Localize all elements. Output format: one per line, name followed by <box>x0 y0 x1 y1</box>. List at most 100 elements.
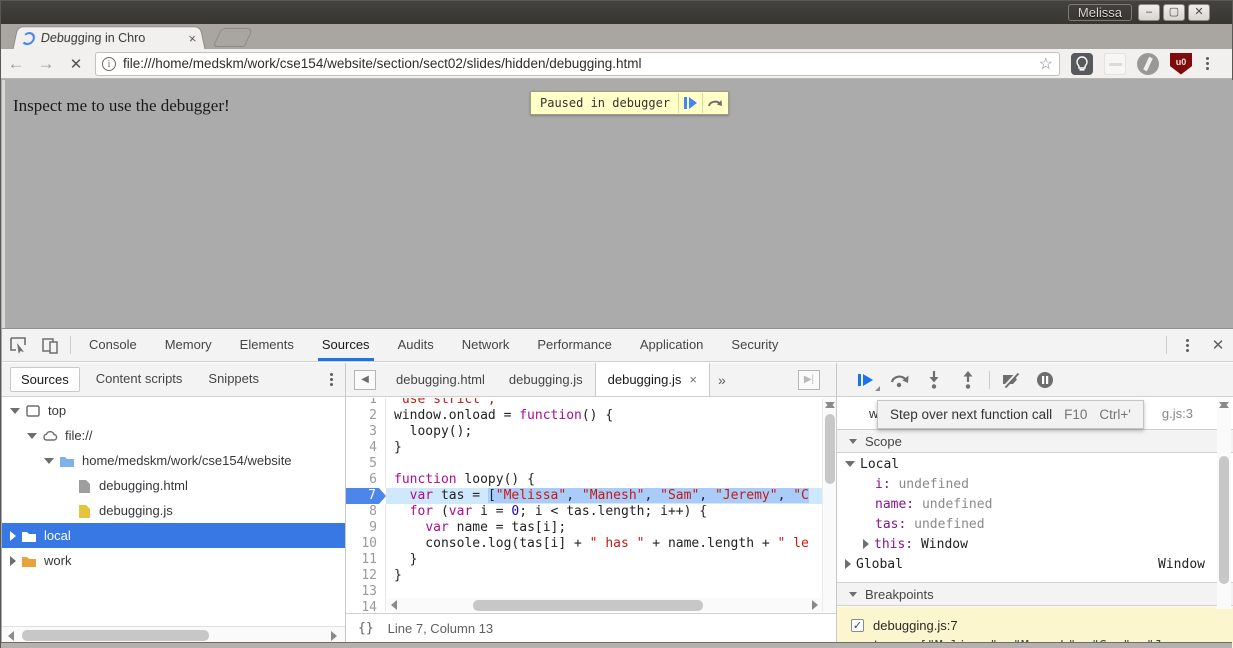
navigator-menu-icon[interactable] <box>330 373 333 386</box>
scope-section-header[interactable]: Scope <box>837 429 1233 453</box>
editor-horizontal-scrollbar[interactable] <box>387 598 822 612</box>
scrollbar-thumb[interactable] <box>825 414 835 484</box>
tree-item-debugging.js[interactable]: debugging.js <box>2 498 345 523</box>
scope-var-name[interactable]: name: undefined <box>837 494 1233 514</box>
scope-var-this[interactable]: this: Window <box>837 534 1233 554</box>
step-out-button[interactable] <box>951 367 985 393</box>
scope-var-tas[interactable]: tas: undefined <box>837 514 1233 534</box>
line-number[interactable]: 10 <box>346 536 386 552</box>
scope-section-local[interactable]: Local <box>837 454 1233 474</box>
ublock-shield-icon[interactable]: u0 <box>1170 53 1192 75</box>
bookmark-star-icon[interactable]: ☆ <box>1039 54 1053 74</box>
breakpoints-section-header[interactable]: Breakpoints <box>837 582 1233 606</box>
navigator-tab-snippets[interactable]: Snippets <box>198 367 269 392</box>
line-number[interactable]: 11 <box>346 552 386 568</box>
line-number[interactable]: 9 <box>346 520 386 536</box>
grey-circle-extension-icon[interactable] <box>1137 53 1159 75</box>
line-number[interactable]: 14 <box>346 600 386 612</box>
code-line-2[interactable]: 2window.onload = function() { <box>346 408 822 424</box>
browser-menu-icon[interactable] <box>1206 57 1209 70</box>
line-number[interactable]: 8 <box>346 504 386 520</box>
more-tabs-icon[interactable]: » <box>710 372 734 388</box>
tab-sources[interactable]: Sources <box>308 329 384 361</box>
step-into-button[interactable] <box>917 367 951 393</box>
tab-network[interactable]: Network <box>448 329 524 361</box>
scope-var-i[interactable]: i: undefined <box>837 474 1233 494</box>
scrollbar-thumb[interactable] <box>1219 456 1229 584</box>
line-number[interactable]: 3 <box>346 424 386 440</box>
tab-memory[interactable]: Memory <box>151 329 226 361</box>
pretty-print-icon[interactable]: {} <box>358 621 374 636</box>
scroll-right-icon[interactable] <box>812 600 818 610</box>
scroll-left-icon[interactable] <box>391 600 397 610</box>
tab-performance[interactable]: Performance <box>523 329 625 361</box>
execution-line-number[interactable]: 7 <box>346 488 386 504</box>
maximize-button[interactable]: ▢ <box>1163 4 1185 21</box>
line-number[interactable]: 2 <box>346 408 386 424</box>
address-bar[interactable]: i file:///home/medskm/work/cse154/websit… <box>95 52 1060 76</box>
tree-item-file-[interactable]: file:// <box>2 423 345 448</box>
collapsed-arrow-icon[interactable] <box>845 559 851 569</box>
navigator-tab-sources[interactable]: Sources <box>10 367 80 392</box>
scroll-left-icon[interactable] <box>8 631 14 641</box>
stop-loading-icon[interactable]: ✕ <box>61 55 91 73</box>
inspect-element-icon[interactable] <box>2 333 34 357</box>
scroll-down-icon[interactable] <box>1219 402 1229 408</box>
scrollbar-thumb[interactable] <box>22 630 209 641</box>
deactivate-breakpoints-button[interactable] <box>994 367 1028 393</box>
code-editor[interactable]: 1"use strict";2window.onload = function(… <box>346 398 822 612</box>
tab-console[interactable]: Console <box>75 329 151 361</box>
lighthouse-extension-icon[interactable] <box>1071 53 1093 75</box>
expanded-arrow-icon[interactable] <box>845 461 855 467</box>
minimize-button[interactable]: – <box>1138 4 1160 21</box>
scrollbar-thumb[interactable] <box>473 600 703 611</box>
browser-tab[interactable]: Debugging in Chro × <box>12 26 205 49</box>
code-line-5[interactable]: 5 <box>346 456 822 472</box>
resume-script-icon[interactable] <box>678 93 702 113</box>
scroll-right-icon[interactable] <box>331 631 337 641</box>
tree-item-debugging.html[interactable]: debugging.html <box>2 473 345 498</box>
show-debugger-panel-icon[interactable]: ▶| <box>798 370 820 390</box>
page-info-icon[interactable]: i <box>102 57 116 71</box>
line-number[interactable]: 4 <box>346 440 386 456</box>
line-number[interactable]: 6 <box>346 472 386 488</box>
editor-tab-debugging.js[interactable]: debugging.js <box>497 363 595 396</box>
breakpoint-entry[interactable]: ✓ debugging.js:7 <box>837 607 1233 643</box>
step-over-button[interactable] <box>883 367 917 393</box>
code-line-7[interactable]: 7 var tas = ["Melissa", "Manesh", "Sam",… <box>346 488 822 504</box>
scroll-down-icon[interactable] <box>825 402 835 408</box>
line-number[interactable]: 1 <box>346 398 386 408</box>
line-number[interactable]: 12 <box>346 568 386 584</box>
callstack-location[interactable]: g.js:3 <box>1162 406 1193 421</box>
tab-audits[interactable]: Audits <box>384 329 448 361</box>
tab-application[interactable]: Application <box>626 329 718 361</box>
tab-security[interactable]: Security <box>717 329 792 361</box>
hide-navigator-icon[interactable]: ◀ <box>354 370 376 390</box>
tab-close-icon[interactable]: × <box>187 32 197 45</box>
tree-item-home[interactable]: home/medskm/work/cse154/website <box>2 448 345 473</box>
code-line-3[interactable]: 3 loopy(); <box>346 424 822 440</box>
line-number[interactable]: 5 <box>346 456 386 472</box>
tab-close-icon[interactable]: × <box>689 372 697 387</box>
step-over-banner-icon[interactable] <box>702 93 726 113</box>
editor-tab-debugging.js[interactable]: debugging.js× <box>595 363 710 396</box>
scope-section-global[interactable]: GlobalWindow <box>837 554 1233 574</box>
code-line-4[interactable]: 4} <box>346 440 822 456</box>
code-line-12[interactable]: 12} <box>346 568 822 584</box>
url-text[interactable]: file:///home/medskm/work/cse154/website/… <box>123 56 1035 71</box>
code-line-1[interactable]: 1"use strict"; <box>346 398 822 408</box>
line-number[interactable]: 13 <box>346 584 386 600</box>
resume-button[interactable] <box>849 367 883 393</box>
expanded-arrow-icon[interactable] <box>27 433 37 439</box>
tree-item-local[interactable]: local <box>2 523 345 548</box>
debugger-vertical-scrollbar[interactable] <box>1217 398 1231 609</box>
expanded-arrow-icon[interactable] <box>10 408 20 414</box>
new-tab-button[interactable] <box>213 28 254 47</box>
navigator-tab-content-scripts[interactable]: Content scripts <box>86 367 193 392</box>
collapsed-arrow-icon[interactable] <box>863 539 869 549</box>
back-icon[interactable]: ← <box>1 54 31 74</box>
breakpoint-checkbox[interactable]: ✓ <box>851 619 864 632</box>
expanded-arrow-icon[interactable] <box>44 458 54 464</box>
navigator-horizontal-scrollbar[interactable] <box>2 626 345 643</box>
tab-elements[interactable]: Elements <box>226 329 308 361</box>
